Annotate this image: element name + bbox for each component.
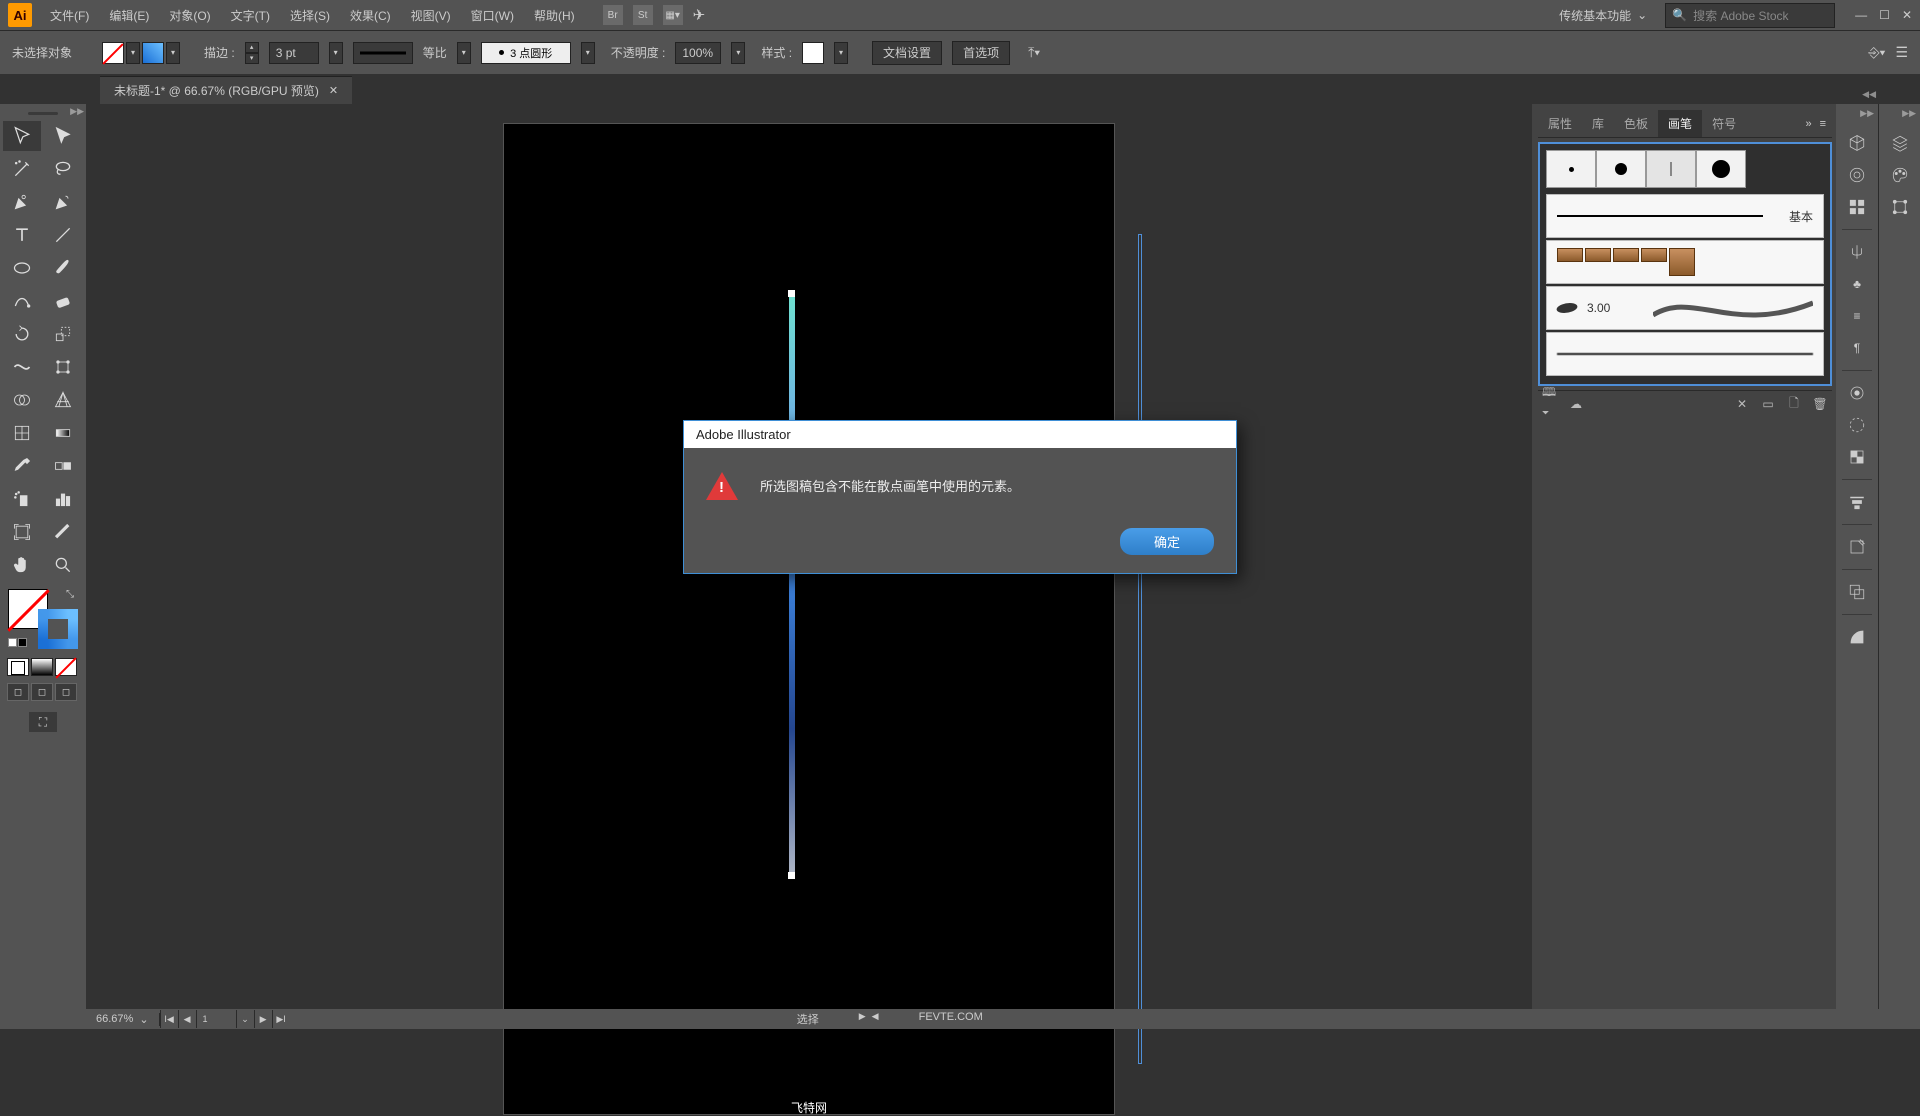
alert-dialog: Adobe Illustrator 所选图稿包含不能在散点画笔中使用的元素。 确… [683,420,1237,574]
dialog-title: Adobe Illustrator [684,421,1236,448]
warning-icon [706,472,738,500]
watermark-top: 飞特网 [791,1099,827,1116]
dialog-message: 所选图稿包含不能在散点画笔中使用的元素。 [760,472,1020,495]
dialog-ok-button[interactable]: 确定 [1120,528,1214,555]
modal-overlay: Adobe Illustrator 所选图稿包含不能在散点画笔中使用的元素。 确… [0,0,1920,1029]
